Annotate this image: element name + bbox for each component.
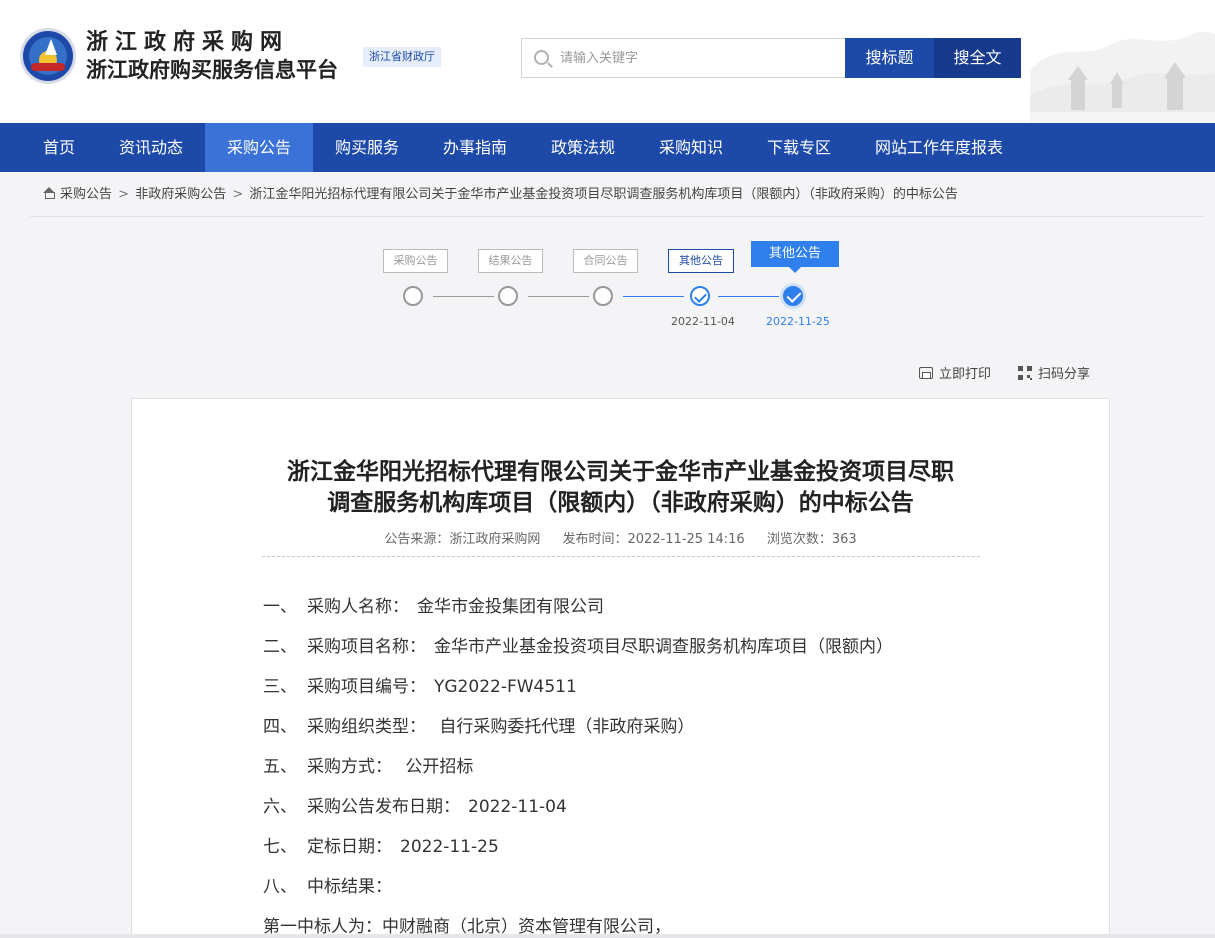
- site-subtitle: 浙江政府购买服务信息平台: [86, 58, 338, 82]
- site-logo-icon[interactable]: [20, 28, 76, 84]
- nav-item-guide[interactable]: 办事指南: [421, 123, 529, 172]
- timeline-node[interactable]: [403, 286, 423, 306]
- nav-item-news[interactable]: 资讯动态: [97, 123, 205, 172]
- meta-divider: [262, 556, 980, 557]
- search-fulltext-button[interactable]: 搜全文: [934, 38, 1021, 78]
- main-nav: 首页 资讯动态 采购公告 购买服务 办事指南 政策法规 采购知识 下载专区 网站…: [0, 123, 1215, 172]
- nav-item-annual-report[interactable]: 网站工作年度报表: [853, 123, 1025, 172]
- timeline-date: 2022-11-25: [766, 315, 830, 328]
- qr-share-button[interactable]: 扫码分享: [1018, 366, 1090, 384]
- timeline-connector: [623, 296, 684, 297]
- article-line: 八、 中标结果：: [263, 877, 392, 897]
- nav-item-purchase-services[interactable]: 购买服务: [313, 123, 421, 172]
- article-meta: 公告来源：浙江政府采购网 发布时间：2022-11-25 14:16 浏览次数：…: [132, 528, 1109, 547]
- search-title-button[interactable]: 搜标题: [845, 38, 934, 78]
- timeline-step-label[interactable]: 其他公告: [668, 249, 734, 273]
- timeline-current-label[interactable]: 其他公告: [751, 241, 839, 273]
- article-card: 浙江金华阳光招标代理有限公司关于金华市产业基金投资项目尽职 调查服务机构库项目（…: [131, 398, 1110, 938]
- article-title-line: 调查服务机构库项目（限额内）（非政府采购）的中标公告: [327, 490, 914, 516]
- breadcrumb-divider: [30, 216, 1205, 217]
- breadcrumb-separator: >: [118, 187, 130, 202]
- nav-item-policy[interactable]: 政策法规: [529, 123, 637, 172]
- article-line: 三、 采购项目编号： YG2022-FW4511: [263, 677, 577, 697]
- bottom-scroll-edge: [0, 934, 1215, 938]
- landscape-decoration-icon: [1030, 31, 1215, 123]
- site-name[interactable]: 浙江政府采购网: [86, 30, 289, 56]
- breadcrumb-item[interactable]: 非政府采购公告: [135, 187, 226, 202]
- article-line: 五、 采购方式： 公开招标: [263, 757, 474, 777]
- timeline-step-label[interactable]: 结果公告: [478, 249, 543, 273]
- share-label: 扫码分享: [1038, 367, 1091, 382]
- breadcrumb: 采购公告 > 非政府采购公告 > 浙江金华阳光招标代理有限公司关于金华市产业基金…: [42, 186, 958, 204]
- article-body: 一、 采购人名称： 金华市金投集团有限公司 二、 采购项目名称： 金华市产业基金投资项目…: [263, 587, 983, 938]
- article-title-line: 浙江金华阳光招标代理有限公司关于金华市产业基金投资项目尽职: [287, 459, 954, 485]
- timeline-node[interactable]: [498, 286, 518, 306]
- breadcrumb-item[interactable]: 采购公告: [60, 187, 112, 202]
- timeline-node-check-icon[interactable]: [690, 286, 710, 306]
- timeline-connector: [528, 296, 589, 297]
- article-line: 二、 采购项目名称： 金华市产业基金投资项目尽职调查服务机构库项目（限额内）: [263, 637, 893, 657]
- timeline-date: 2022-11-04: [671, 315, 735, 328]
- dept-badge: 浙江省财政厅: [363, 47, 441, 67]
- search-box: [521, 38, 846, 78]
- article-title: 浙江金华阳光招标代理有限公司关于金华市产业基金投资项目尽职 调查服务机构库项目（…: [132, 457, 1109, 519]
- site-header: 浙江政府采购网 浙江政府购买服务信息平台 浙江省财政厅 搜标题 搜全文: [0, 0, 1215, 123]
- article-publish-time: 发布时间：2022-11-25 14:16: [562, 532, 745, 547]
- nav-item-home[interactable]: 首页: [22, 123, 96, 172]
- timeline-connector: [433, 296, 494, 297]
- timeline-current-check-icon[interactable]: [780, 283, 806, 309]
- home-icon[interactable]: [42, 187, 56, 199]
- print-button[interactable]: 立即打印: [919, 366, 991, 384]
- breadcrumb-current: 浙江金华阳光招标代理有限公司关于金华市产业基金投资项目尽职调查服务机构库项目（限…: [249, 187, 958, 202]
- article-views: 浏览次数：363: [766, 532, 857, 547]
- article-line: 六、 采购公告发布日期： 2022-11-04: [263, 797, 567, 817]
- nav-item-knowledge[interactable]: 采购知识: [637, 123, 745, 172]
- nav-item-downloads[interactable]: 下载专区: [745, 123, 853, 172]
- nav-item-procurement-notice[interactable]: 采购公告: [205, 123, 313, 172]
- print-label: 立即打印: [939, 367, 992, 382]
- timeline-step-label[interactable]: 采购公告: [383, 249, 448, 273]
- breadcrumb-separator: >: [232, 187, 244, 202]
- article-line: 四、 采购组织类型： 自行采购委托代理（非政府采购）: [263, 717, 695, 737]
- search-icon: [534, 50, 549, 65]
- printer-icon: [919, 367, 933, 379]
- timeline-connector: [718, 296, 779, 297]
- qr-code-icon: [1018, 366, 1032, 380]
- timeline-node[interactable]: [593, 286, 613, 306]
- article-line: 一、 采购人名称： 金华市金投集团有限公司: [263, 597, 604, 617]
- article-line: 七、 定标日期： 2022-11-25: [263, 837, 499, 857]
- timeline-step-label[interactable]: 合同公告: [573, 249, 638, 273]
- article-source: 公告来源：浙江政府采购网: [384, 532, 541, 547]
- search-input[interactable]: [560, 39, 840, 77]
